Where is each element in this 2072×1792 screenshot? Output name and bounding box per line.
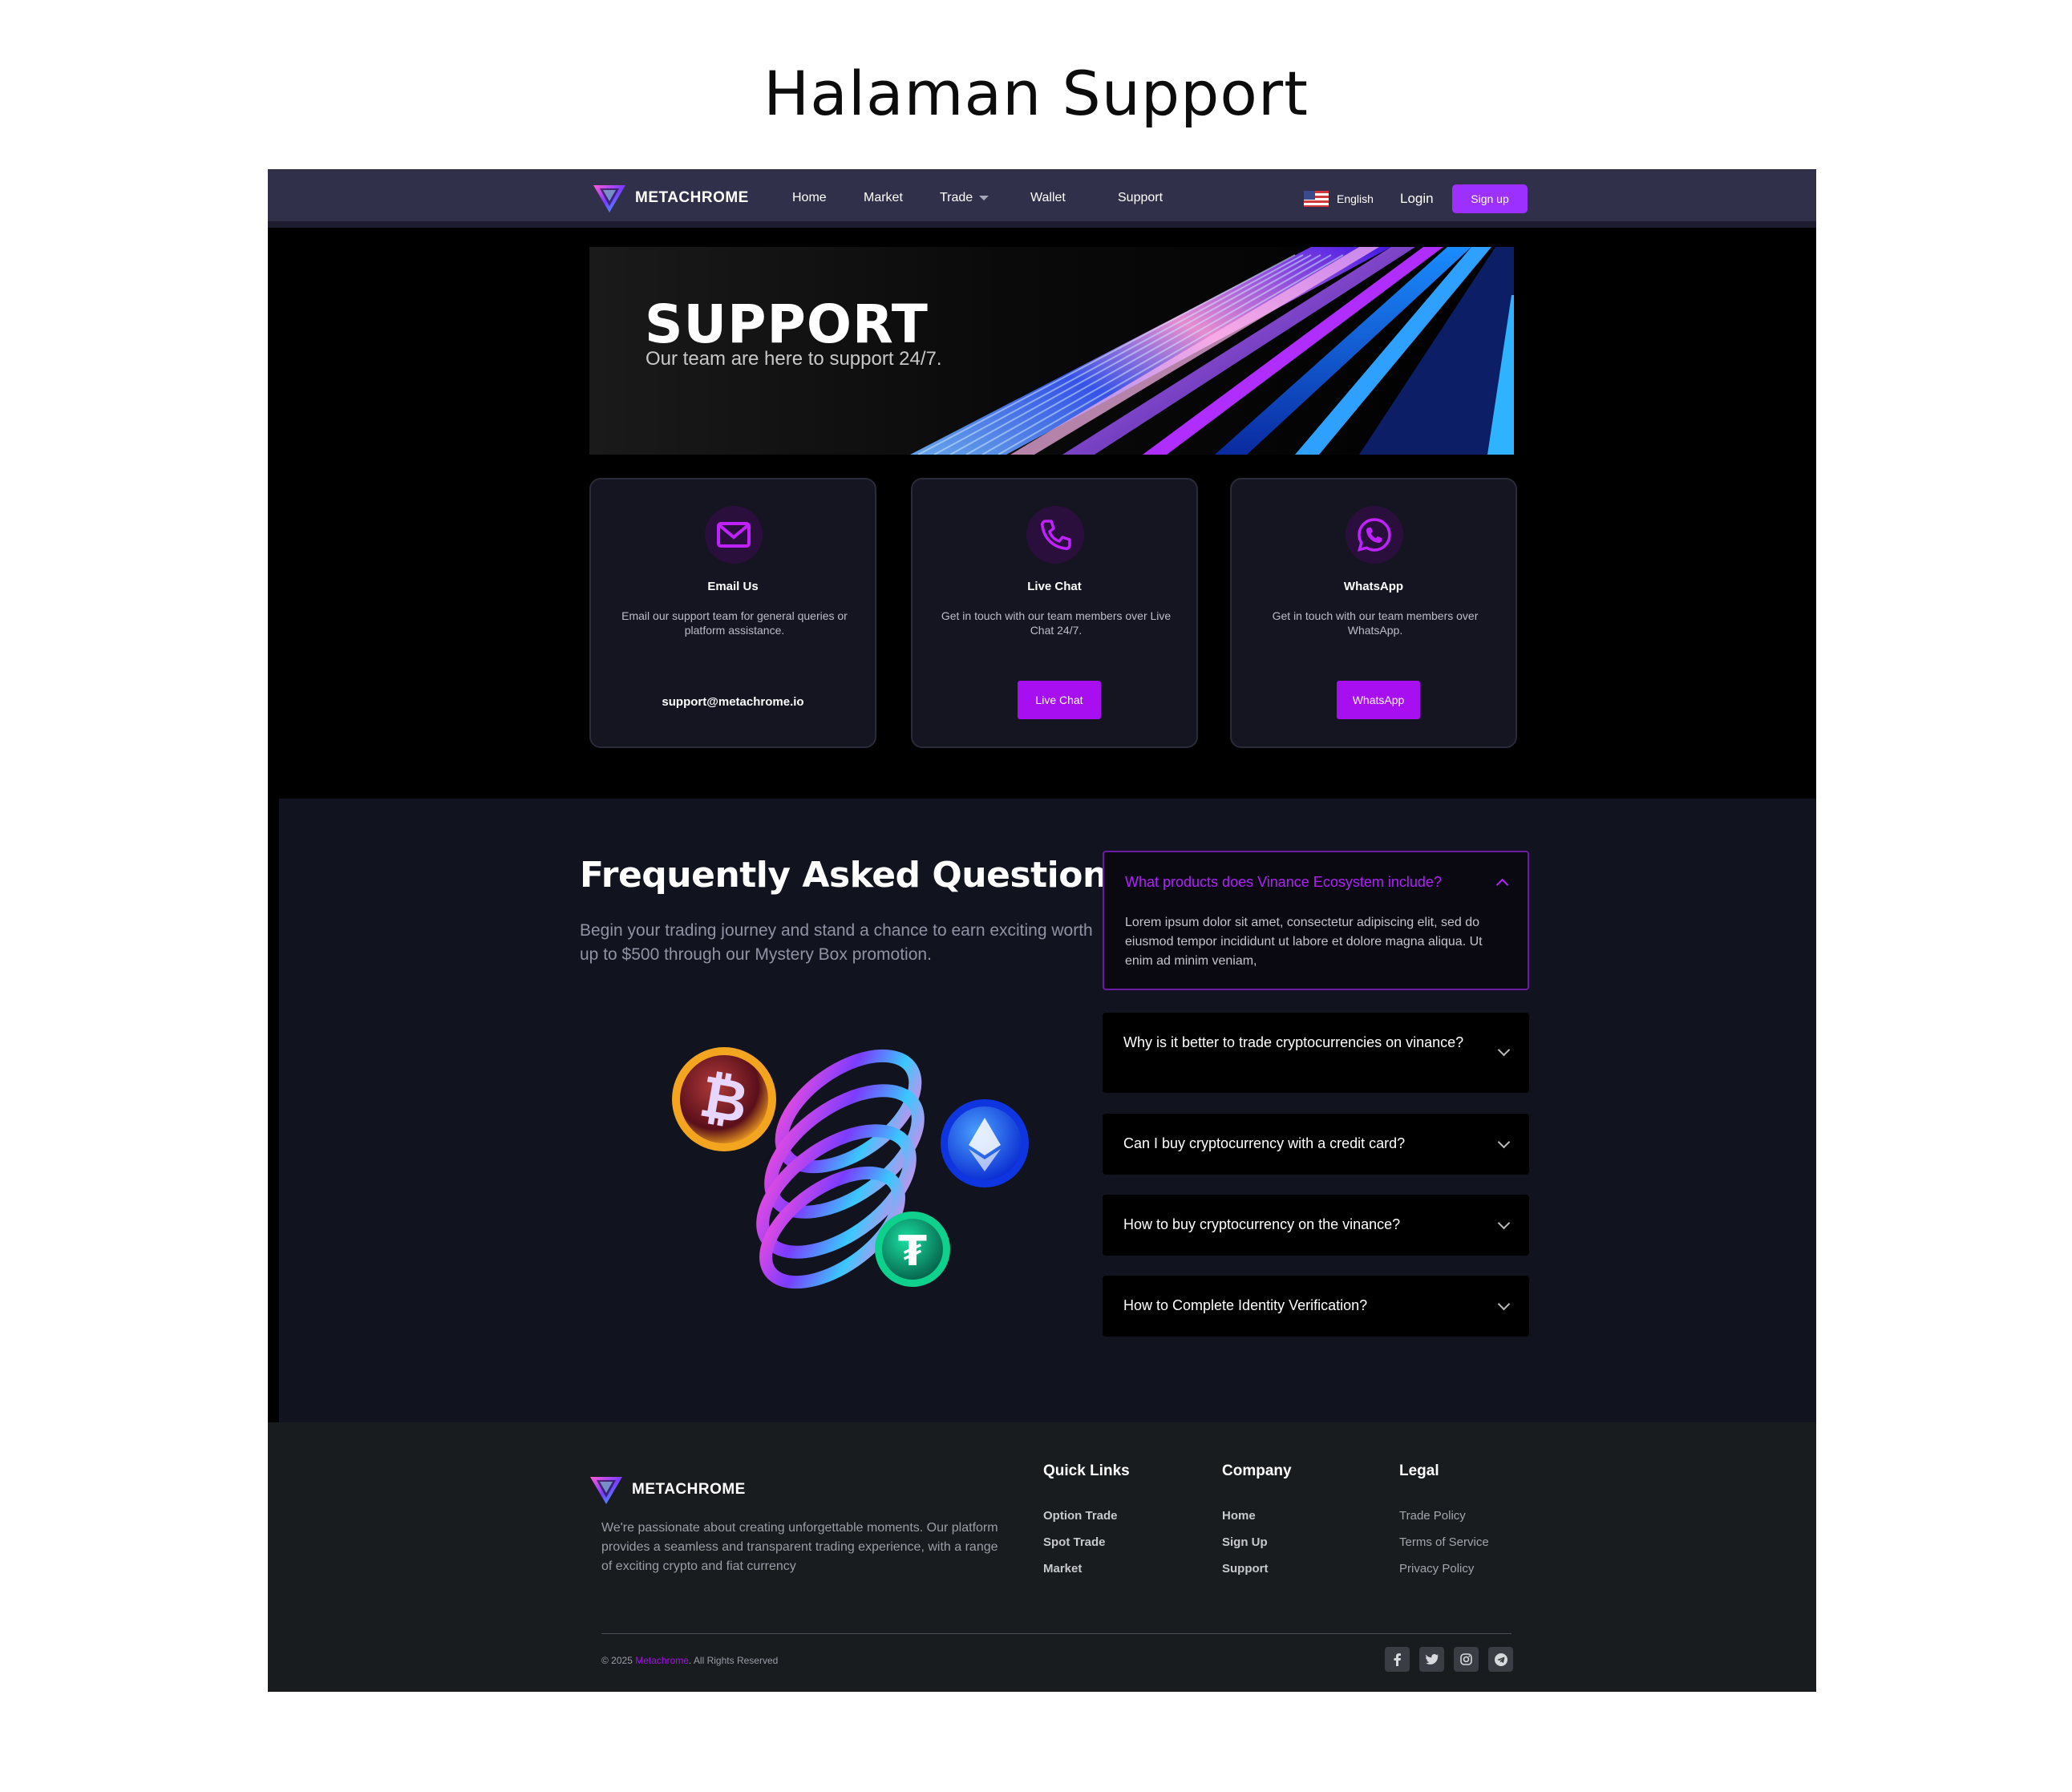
faq-question: Can I buy cryptocurrency with a credit c…	[1123, 1135, 1406, 1151]
company-column: Company Home Sign Up Support	[1222, 1462, 1292, 1588]
us-flag-icon	[1304, 191, 1329, 207]
crypto-coins-illustration: ₿ ₮	[672, 1047, 1029, 1289]
nav-trade-label: Trade	[940, 191, 973, 204]
faq-question: What products does Vinance Ecosystem inc…	[1125, 874, 1442, 890]
nav-support[interactable]: Support	[1118, 191, 1163, 205]
nav-wallet[interactable]: Wallet	[1030, 191, 1118, 205]
support-hero-banner: SUPPORT Our team are here to support 24/…	[589, 247, 1514, 455]
footer-link-support[interactable]: Support	[1222, 1562, 1292, 1576]
facebook-icon[interactable]	[1385, 1647, 1410, 1672]
card-title: WhatsApp	[1343, 580, 1404, 593]
faq-answer: Lorem ipsum dolor sit amet, consectetur …	[1125, 916, 1483, 968]
login-link[interactable]: Login	[1400, 191, 1434, 207]
copyright-brand-link[interactable]: Metachrome	[635, 1655, 689, 1666]
legal-column: Legal Trade Policy Terms of Service Priv…	[1399, 1462, 1489, 1588]
footer-brand-name: METACHROME	[632, 1481, 746, 1498]
hero-title: SUPPORT	[645, 293, 929, 355]
card-title: Live Chat	[1027, 580, 1082, 593]
faq-item[interactable]: How to Complete Identity Verification?	[1103, 1276, 1529, 1337]
chevron-down-icon	[1497, 1043, 1511, 1057]
footer-description: We're passionate about creating unforget…	[601, 1521, 998, 1573]
footer-link-privacy[interactable]: Privacy Policy	[1399, 1562, 1489, 1576]
chevron-down-icon	[979, 196, 989, 200]
card-title: Email Us	[707, 580, 759, 593]
support-email-link[interactable]: support@metachrome.io	[591, 695, 875, 709]
footer-brand-logo[interactable]: METACHROME	[589, 1474, 746, 1506]
copyright: © 2025 Metachrome. All Rights Reserved	[601, 1655, 778, 1666]
instagram-icon[interactable]	[1454, 1647, 1479, 1672]
signup-button[interactable]: Sign up	[1452, 184, 1528, 213]
whatsapp-icon	[1346, 506, 1403, 564]
faq-item[interactable]: Can I buy cryptocurrency with a credit c…	[1103, 1114, 1529, 1175]
email-us-card: Email Us Email our support team for gene…	[589, 478, 876, 748]
live-chat-button[interactable]: Live Chat	[1018, 681, 1101, 719]
legal-title: Legal	[1399, 1462, 1439, 1479]
faq-question: How to buy cryptocurrency on the vinance…	[1123, 1216, 1401, 1232]
card-description: Get in touch with our team members over …	[941, 609, 1172, 637]
page-title: Halaman Support	[763, 58, 1309, 129]
nav-home[interactable]: Home	[792, 191, 864, 205]
chevron-up-icon	[1495, 878, 1509, 892]
social-links	[1385, 1647, 1513, 1672]
browser-frame: METACHROME Home Market Trade Wallet Supp…	[268, 169, 1816, 1692]
company-title: Company	[1222, 1462, 1292, 1479]
footer-link-market[interactable]: Market	[1043, 1562, 1130, 1576]
faq-item[interactable]: Why is it better to trade cryptocurrenci…	[1103, 1013, 1529, 1093]
nav-market[interactable]: Market	[864, 191, 940, 205]
chevron-down-icon	[1497, 1216, 1511, 1230]
faq-item[interactable]: What products does Vinance Ecosystem inc…	[1103, 851, 1529, 990]
hero-subtitle: Our team are here to support 24/7.	[645, 348, 942, 370]
footer-link-sign-up[interactable]: Sign Up	[1222, 1535, 1292, 1549]
faq-item[interactable]: How to buy cryptocurrency on the vinance…	[1103, 1195, 1529, 1256]
chevron-down-icon	[1497, 1135, 1511, 1149]
nav-trade[interactable]: Trade	[940, 191, 1030, 205]
metachrome-logo-icon	[593, 185, 625, 212]
footer-link-option-trade[interactable]: Option Trade	[1043, 1509, 1130, 1523]
faq-heading: Frequently Asked Questions	[580, 855, 1128, 896]
faq-description: Begin your trading journey and stand a c…	[580, 921, 1093, 964]
footer-link-home[interactable]: Home	[1222, 1509, 1292, 1523]
phone-icon	[1026, 506, 1084, 564]
brand-name: METACHROME	[635, 189, 749, 206]
svg-text:₮: ₮	[898, 1228, 927, 1276]
mail-icon	[705, 506, 763, 564]
footer-link-trade-policy[interactable]: Trade Policy	[1399, 1509, 1489, 1523]
brand-logo[interactable]: METACHROME	[592, 182, 749, 214]
telegram-icon[interactable]	[1488, 1647, 1513, 1672]
whatsapp-button[interactable]: WhatsApp	[1337, 681, 1420, 719]
footer-divider	[601, 1633, 1512, 1634]
live-chat-card: Live Chat Get in touch with our team mem…	[911, 478, 1198, 748]
language-label: English	[1337, 192, 1374, 205]
faq-question: Why is it better to trade cryptocurrenci…	[1123, 1034, 1464, 1050]
twitter-icon[interactable]	[1419, 1647, 1444, 1672]
footer-link-terms[interactable]: Terms of Service	[1399, 1535, 1489, 1549]
footer-link-spot-trade[interactable]: Spot Trade	[1043, 1535, 1130, 1549]
card-description: Email our support team for general queri…	[621, 609, 848, 637]
quick-links-title: Quick Links	[1043, 1462, 1130, 1479]
faq-section: Frequently Asked Questions Begin your tr…	[279, 799, 1816, 1422]
language-selector[interactable]: English	[1304, 191, 1374, 207]
faq-question: How to Complete Identity Verification?	[1123, 1297, 1368, 1313]
card-description: Get in touch with our team members over …	[1272, 609, 1479, 637]
whatsapp-card: WhatsApp Get in touch with our team memb…	[1230, 478, 1517, 748]
copyright-prefix: © 2025	[601, 1655, 636, 1666]
copyright-suffix: . All Rights Reserved	[688, 1655, 779, 1666]
chevron-down-icon	[1497, 1297, 1511, 1311]
quick-links-column: Quick Links Option Trade Spot Trade Mark…	[1043, 1462, 1130, 1588]
footer: METACHROME We're passionate about creati…	[268, 1422, 1816, 1692]
metachrome-logo-icon	[590, 1477, 622, 1504]
navbar: METACHROME Home Market Trade Wallet Supp…	[268, 169, 1816, 228]
